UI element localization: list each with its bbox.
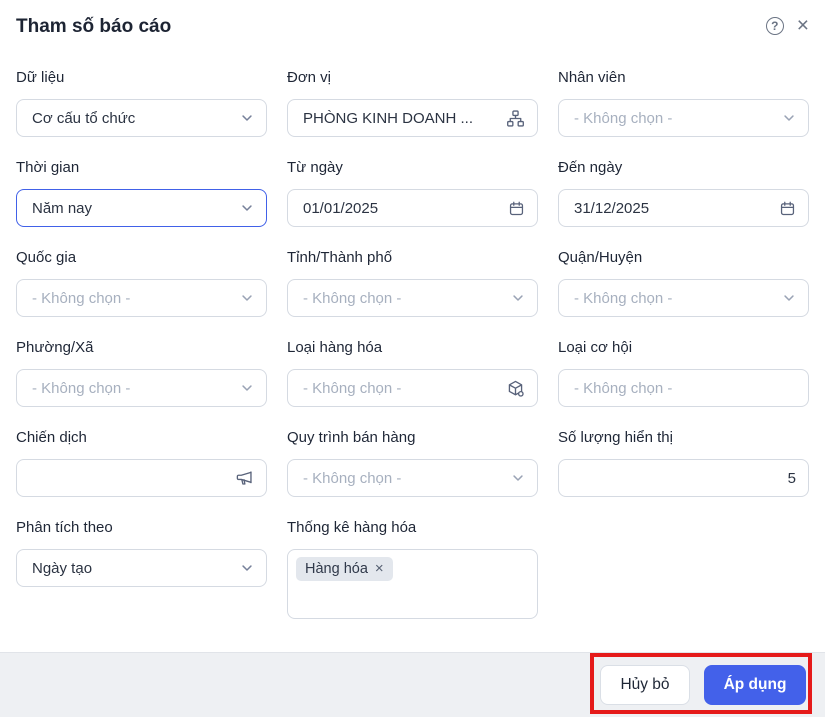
don-vi-select[interactable]: PHÒNG KINH DOANH ...	[287, 99, 538, 137]
field-label: Loại hàng hóa	[287, 339, 383, 356]
chevron-down-icon	[511, 471, 525, 485]
field-den-ngay: Đến ngày 31/12/2025	[558, 158, 809, 227]
calendar-icon	[508, 200, 525, 217]
quan-huyen-select[interactable]: - Không chọn -	[558, 279, 809, 317]
megaphone-icon	[235, 469, 254, 488]
header-icons: ? ×	[765, 15, 809, 36]
field-label: Đơn vị	[287, 69, 332, 86]
date-value: 01/01/2025	[303, 199, 379, 217]
field-label: Thống kê hàng hóa	[287, 519, 417, 536]
cancel-button[interactable]: Hủy bỏ	[600, 665, 690, 705]
field-label: Số lượng hiển thị	[558, 429, 673, 446]
field-label: Phân tích theo	[16, 519, 113, 536]
phuong-xa-select[interactable]: - Không chọn -	[16, 369, 267, 407]
selected-value: Năm nay	[32, 199, 93, 217]
placeholder-value: - Không chọn -	[574, 109, 673, 127]
tu-ngay-datepicker[interactable]: 01/01/2025	[287, 189, 538, 227]
report-parameters-form: Dữ liệu Cơ cấu tổ chức Đơn vị PHÒNG KINH…	[0, 68, 825, 619]
chevron-down-icon	[240, 201, 254, 215]
chevron-down-icon	[782, 111, 796, 125]
selected-value: PHÒNG KINH DOANH ...	[303, 109, 474, 127]
chien-dich-picker[interactable]	[16, 459, 267, 497]
dialog-title: Tham số báo cáo	[16, 16, 172, 37]
thoi-gian-select[interactable]: Năm nay	[16, 189, 267, 227]
dialog-header: Tham số báo cáo ? ×	[0, 0, 825, 40]
field-label: Phường/Xã	[16, 339, 94, 356]
quy-trinh-ban-hang-select[interactable]: - Không chọn -	[287, 459, 538, 497]
field-label: Dữ liệu	[16, 69, 65, 86]
placeholder-value: - Không chọn -	[574, 289, 673, 307]
field-loai-hang-hoa: Loại hàng hóa - Không chọn -	[287, 338, 538, 407]
field-du-lieu: Dữ liệu Cơ cấu tổ chức	[16, 68, 267, 137]
placeholder-value: - Không chọn -	[32, 289, 131, 307]
den-ngay-datepicker[interactable]: 31/12/2025	[558, 189, 809, 227]
help-icon[interactable]: ?	[765, 17, 784, 35]
date-value: 31/12/2025	[574, 199, 650, 217]
field-label: Quy trình bán hàng	[287, 429, 416, 446]
chevron-down-icon	[240, 111, 254, 125]
remove-tag-icon[interactable]: ×	[375, 561, 384, 576]
phan-tich-theo-select[interactable]: Ngày tạo	[16, 549, 267, 587]
field-label: Loại cơ hội	[558, 339, 633, 356]
tinh-thanh-pho-select[interactable]: - Không chọn -	[287, 279, 538, 317]
nhan-vien-select[interactable]: - Không chọn -	[558, 99, 809, 137]
field-tu-ngay: Từ ngày 01/01/2025	[287, 158, 538, 227]
field-don-vi: Đơn vị PHÒNG KINH DOANH ...	[287, 68, 538, 137]
field-label: Đến ngày	[558, 159, 623, 176]
cube-icon	[506, 379, 525, 398]
field-label: Chiến dịch	[16, 429, 87, 446]
placeholder-value: - Không chọn -	[303, 289, 402, 307]
field-label: Quận/Huyện	[558, 249, 643, 266]
selected-value: Cơ cấu tổ chức	[32, 109, 136, 127]
quoc-gia-select[interactable]: - Không chọn -	[16, 279, 267, 317]
loai-co-hoi-select[interactable]: - Không chọn -	[558, 369, 809, 407]
field-phuong-xa: Phường/Xã - Không chọn -	[16, 338, 267, 407]
apply-button[interactable]: Áp dụng	[704, 665, 806, 705]
placeholder-value: - Không chọn -	[32, 379, 131, 397]
field-label: Từ ngày	[287, 159, 343, 176]
field-so-luong-hien-thi: Số lượng hiển thị 5	[558, 428, 809, 497]
field-label: Tỉnh/Thành phố	[287, 249, 393, 266]
field-tinh-thanh-pho: Tỉnh/Thành phố - Không chọn -	[287, 248, 538, 317]
thong-ke-hang-hoa-multiselect[interactable]: Hàng hóa ×	[287, 549, 538, 619]
placeholder-value: - Không chọn -	[574, 379, 673, 397]
field-thong-ke-hang-hoa: Thống kê hàng hóa Hàng hóa ×	[287, 518, 538, 619]
placeholder-value: - Không chọn -	[303, 379, 402, 397]
number-value: 5	[787, 469, 796, 487]
field-chien-dich: Chiến dịch	[16, 428, 267, 497]
field-quoc-gia: Quốc gia - Không chọn -	[16, 248, 267, 317]
so-luong-hien-thi-input[interactable]: 5	[558, 459, 809, 497]
placeholder-value: - Không chọn -	[303, 469, 402, 487]
selected-value: Ngày tạo	[32, 559, 93, 577]
field-nhan-vien: Nhân viên - Không chọn -	[558, 68, 809, 137]
chevron-down-icon	[240, 291, 254, 305]
loai-hang-hoa-picker[interactable]: - Không chọn -	[287, 369, 538, 407]
field-label: Thời gian	[16, 159, 80, 176]
field-label: Nhân viên	[558, 69, 626, 86]
dialog-footer: Hủy bỏ Áp dụng	[0, 652, 825, 717]
field-thoi-gian: Thời gian Năm nay	[16, 158, 267, 227]
empty-cell	[558, 518, 809, 619]
du-lieu-select[interactable]: Cơ cấu tổ chức	[16, 99, 267, 137]
field-quan-huyen: Quận/Huyện - Không chọn -	[558, 248, 809, 317]
chevron-down-icon	[782, 291, 796, 305]
chevron-down-icon	[511, 291, 525, 305]
field-phan-tich-theo: Phân tích theo Ngày tạo	[16, 518, 267, 619]
org-sitemap-icon	[506, 109, 525, 128]
chevron-down-icon	[240, 561, 254, 575]
field-label: Quốc gia	[16, 249, 77, 266]
close-icon[interactable]: ×	[797, 15, 809, 36]
chevron-down-icon	[240, 381, 254, 395]
field-loai-co-hoi: Loại cơ hội - Không chọn -	[558, 338, 809, 407]
field-quy-trinh-ban-hang: Quy trình bán hàng - Không chọn -	[287, 428, 538, 497]
calendar-icon	[779, 200, 796, 217]
selected-tag: Hàng hóa ×	[296, 557, 393, 581]
tag-label: Hàng hóa	[305, 561, 368, 577]
